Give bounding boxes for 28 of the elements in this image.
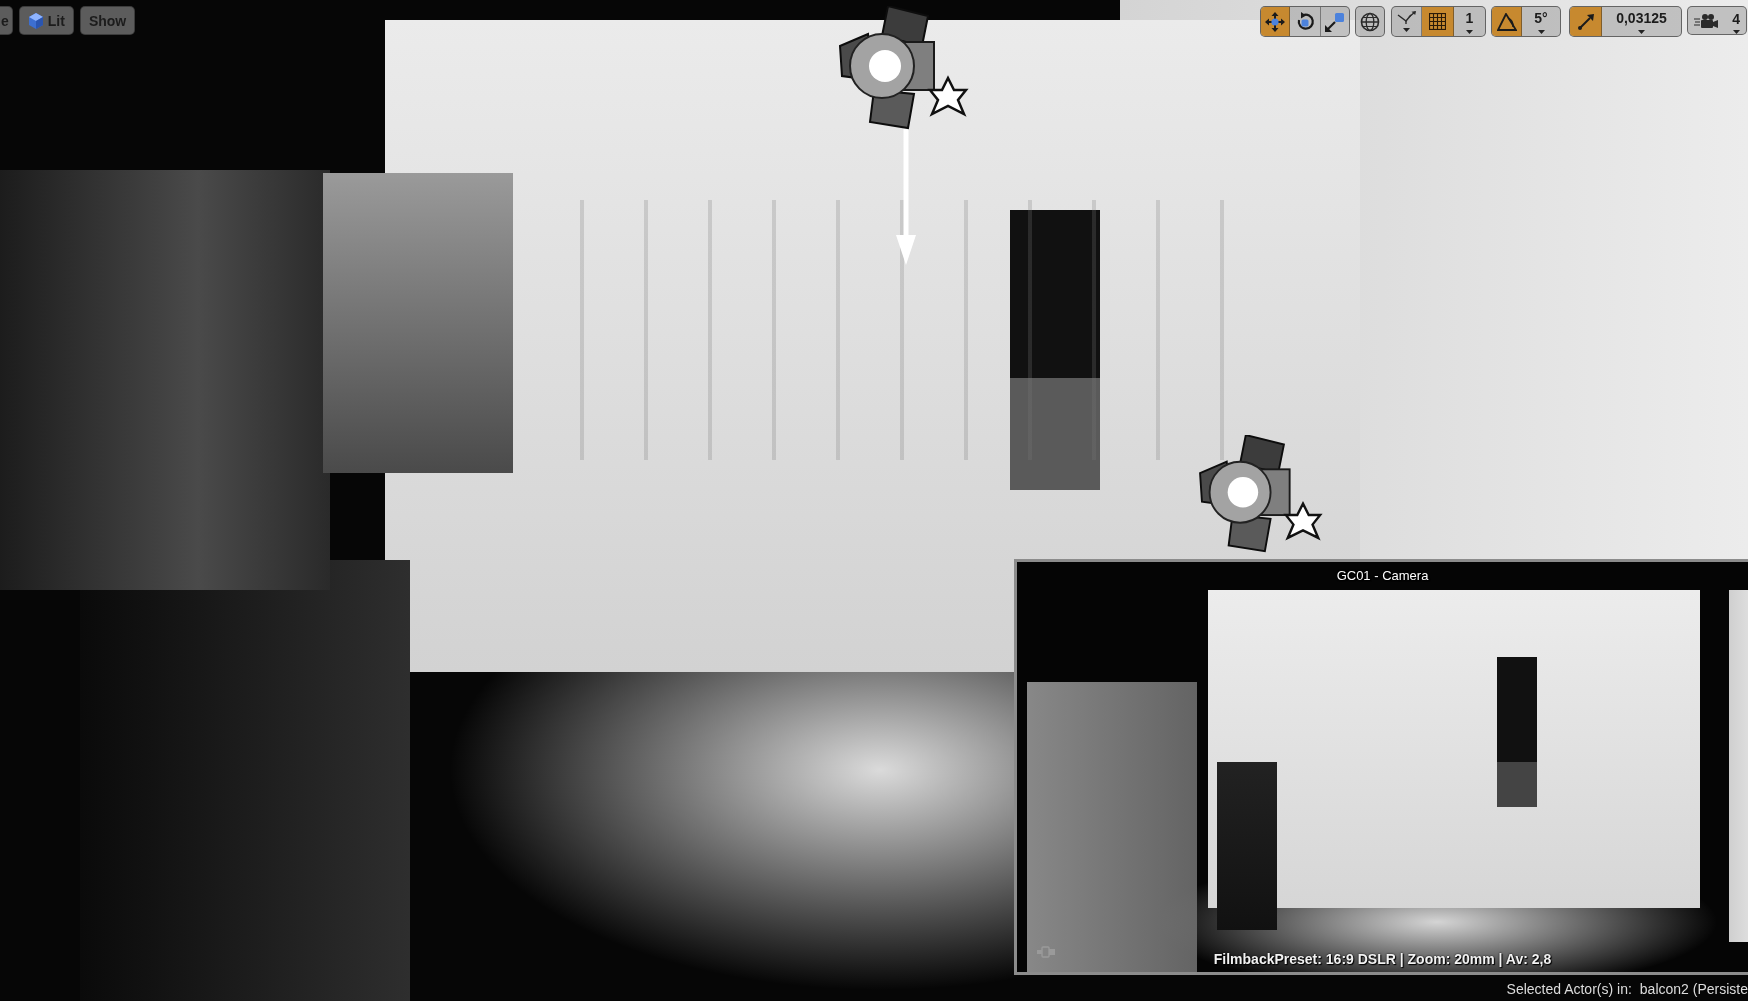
- surface-snap-icon: [1396, 11, 1417, 25]
- globe-icon: [1360, 11, 1380, 32]
- rotate-arrow-icon: [1295, 11, 1315, 32]
- grid-snap-toggle[interactable]: [1422, 7, 1454, 36]
- coordinate-space-toggle[interactable]: [1355, 6, 1385, 37]
- angle-icon: [1496, 12, 1517, 31]
- caret-icon: [1403, 28, 1410, 32]
- grid-icon: [1429, 13, 1446, 30]
- level-name-text: balcon2 (Persiste: [1639, 981, 1748, 997]
- camera-speed-button[interactable]: 4: [1687, 6, 1747, 35]
- rotation-snap-toggle[interactable]: [1492, 7, 1522, 36]
- camera-name-label: GC01 - Camera: [1336, 568, 1429, 583]
- scale-snap-toggle[interactable]: [1570, 7, 1602, 36]
- rotation-snap-dropdown[interactable]: 5°: [1522, 7, 1560, 36]
- filmback-info-text: FilmbackPreset: 16:9 DSLR | Zoom: 20mm | Av: 2,8: [1213, 951, 1552, 967]
- movie-camera-icon: [1694, 12, 1718, 29]
- caret-icon: [1537, 30, 1545, 34]
- grid-size-dropdown[interactable]: 1: [1454, 7, 1485, 36]
- caret-icon: [1466, 30, 1473, 34]
- move-arrows-icon: [1265, 11, 1285, 32]
- caret-icon: [1732, 29, 1740, 34]
- translate-tool-button[interactable]: [1261, 7, 1290, 36]
- cube-icon: [27, 12, 44, 29]
- scale-arrow-icon: [1325, 11, 1345, 32]
- caret-icon: [1638, 30, 1645, 34]
- diagonal-arrow-icon: [1577, 13, 1594, 30]
- scale-snap-dropdown[interactable]: 0,03125: [1602, 7, 1681, 36]
- status-label: Selected Actor(s) in:: [1506, 981, 1632, 997]
